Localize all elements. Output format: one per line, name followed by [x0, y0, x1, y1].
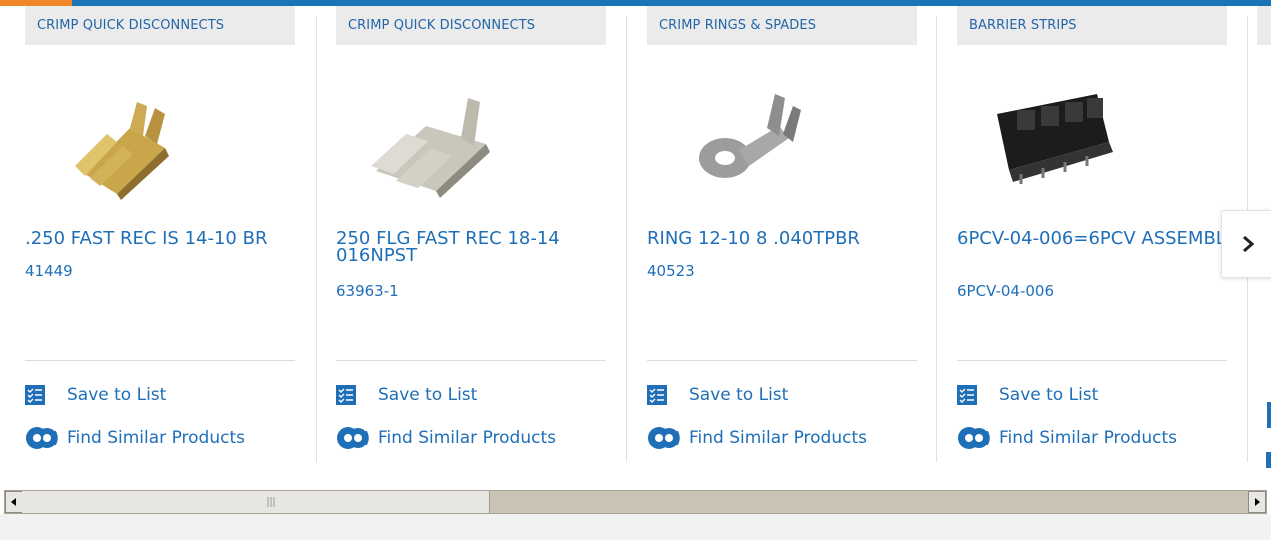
partial-card-save-icon	[1267, 402, 1271, 428]
product-image[interactable]	[977, 66, 1147, 206]
find-similar-label: Find Similar Products	[378, 428, 556, 448]
find-similar-button[interactable]: Find Similar Products	[647, 426, 867, 450]
product-carousel: CRIMP QUICK DISCONNECTS .250 FAST REC IS…	[0, 6, 1271, 468]
save-to-list-label: Save to List	[999, 385, 1099, 405]
horizontal-scrollbar[interactable]	[4, 490, 1267, 514]
save-to-list-button[interactable]: Save to List	[25, 384, 166, 406]
bottom-area	[0, 514, 1271, 540]
save-to-list-button[interactable]: Save to List	[336, 384, 477, 406]
product-title[interactable]: 6PCV-04-006=6PCV ASSEMBLY	[957, 230, 1242, 248]
divider	[957, 360, 1227, 361]
divider	[647, 360, 917, 361]
grip-icon	[267, 497, 275, 507]
product-part-number[interactable]: 63963-1	[336, 282, 399, 300]
product-image[interactable]	[667, 66, 837, 206]
product-title[interactable]: RING 12-10 8 .040TPBR	[647, 230, 932, 248]
product-card: CRIMP QUICK DISCONNECTS .250 FAST REC IS…	[25, 6, 315, 462]
arrow-left-icon	[11, 498, 16, 506]
find-similar-label: Find Similar Products	[67, 428, 245, 448]
find-similar-button[interactable]: Find Similar Products	[25, 426, 245, 450]
divider	[25, 360, 295, 361]
product-image[interactable]	[356, 66, 526, 206]
save-to-list-label: Save to List	[689, 385, 789, 405]
arrow-right-icon	[1255, 498, 1260, 506]
product-card: BARRIER STRIPS 6PCV-04-006=6PCV ASSEMBLY…	[957, 6, 1247, 462]
partial-card-find-icon	[1266, 452, 1271, 468]
partial-card-category	[1257, 6, 1271, 45]
product-image[interactable]	[45, 66, 215, 206]
chevron-right-icon	[1243, 235, 1255, 253]
product-card: CRIMP RINGS & SPADES RING 12-10 8 .040TP…	[647, 6, 937, 462]
product-part-number[interactable]: 6PCV-04-006	[957, 282, 1054, 300]
product-category[interactable]: BARRIER STRIPS	[957, 6, 1227, 45]
find-similar-button[interactable]: Find Similar Products	[957, 426, 1177, 450]
save-to-list-button[interactable]: Save to List	[647, 384, 788, 406]
scrollbar-thumb[interactable]	[22, 491, 490, 513]
save-to-list-label: Save to List	[378, 385, 478, 405]
checklist-icon	[25, 385, 45, 405]
save-to-list-label: Save to List	[67, 385, 167, 405]
card-separator	[936, 16, 937, 462]
card-separator	[626, 16, 627, 462]
product-category[interactable]: CRIMP QUICK DISCONNECTS	[25, 6, 295, 45]
scroll-right-button[interactable]	[1248, 491, 1266, 513]
carousel-next-button[interactable]	[1221, 210, 1271, 278]
card-separator	[316, 16, 317, 462]
checklist-icon	[957, 385, 977, 405]
product-category[interactable]: CRIMP QUICK DISCONNECTS	[336, 6, 606, 45]
scroll-left-button[interactable]	[5, 491, 23, 513]
find-similar-icon	[648, 427, 680, 449]
product-part-number[interactable]: 40523	[647, 262, 695, 280]
find-similar-icon	[958, 427, 990, 449]
product-title[interactable]: 250 FLG FAST REC 18-14 016NPST	[336, 230, 621, 265]
product-title[interactable]: .250 FAST REC IS 14-10 BR	[25, 230, 310, 248]
divider	[336, 360, 606, 361]
product-category[interactable]: CRIMP RINGS & SPADES	[647, 6, 917, 45]
find-similar-button[interactable]: Find Similar Products	[336, 426, 556, 450]
product-card: CRIMP QUICK DISCONNECTS 250 FLG FAST REC…	[336, 6, 626, 462]
save-to-list-button[interactable]: Save to List	[957, 384, 1098, 406]
find-similar-label: Find Similar Products	[689, 428, 867, 448]
find-similar-label: Find Similar Products	[999, 428, 1177, 448]
find-similar-icon	[26, 427, 58, 449]
checklist-icon	[336, 385, 356, 405]
product-part-number[interactable]: 41449	[25, 262, 73, 280]
checklist-icon	[647, 385, 667, 405]
find-similar-icon	[337, 427, 369, 449]
